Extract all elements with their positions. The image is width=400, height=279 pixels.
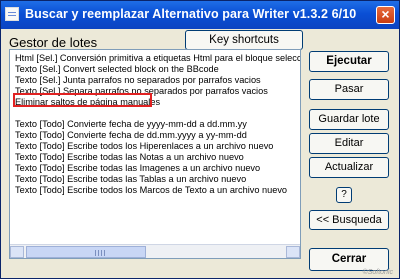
panel-heading: Gestor de lotes <box>9 35 98 50</box>
scroll-left-button[interactable] <box>10 246 24 258</box>
window-title: Buscar y reemplazar Alternativo para Wri… <box>25 7 357 21</box>
list-item[interactable]: Texto [Todo] Escribe todas las Notas a u… <box>15 152 244 163</box>
dialog-window: Buscar y reemplazar Alternativo para Wri… <box>0 0 400 279</box>
editar-button[interactable]: Editar <box>309 133 389 154</box>
batch-list[interactable]: Html [Sel.] Conversión primitiva a etiqu… <box>9 49 301 259</box>
watermark: ©Softonic <box>362 269 393 276</box>
document-icon <box>5 7 19 21</box>
help-button[interactable]: ? <box>336 187 352 203</box>
list-item[interactable]: Texto [Todo] Escribe todos los Marcos de… <box>15 185 287 196</box>
list-item[interactable]: Texto [Sel.] Junta parrafos no separados… <box>15 75 261 86</box>
key-shortcuts-button[interactable]: Key shortcuts <box>185 30 303 50</box>
horizontal-scrollbar[interactable] <box>10 244 300 258</box>
list-item[interactable]: Texto [Sel.] Convert selected block on t… <box>15 64 219 75</box>
list-item[interactable]: Texto [Todo] Convierte fecha de dd.mm.yy… <box>15 130 247 141</box>
close-button[interactable]: × <box>376 6 395 24</box>
guardar-lote-button[interactable]: Guardar lote <box>309 109 389 130</box>
list-item[interactable]: Texto [Todo] Convierte fecha de yyyy-mm-… <box>15 119 247 130</box>
ejecutar-button[interactable]: Ejecutar <box>309 51 389 72</box>
highlight-box <box>13 93 152 107</box>
pasar-button[interactable]: Pasar <box>309 79 389 100</box>
cerrar-button[interactable]: Cerrar <box>309 248 389 271</box>
grip-icon <box>95 250 96 256</box>
list-item[interactable]: Html [Sel.] Conversión primitiva a etiqu… <box>15 53 300 64</box>
scroll-right-button[interactable] <box>286 246 300 258</box>
list-item[interactable]: Texto [Todo] Escribe todas las Imagenes … <box>15 163 260 174</box>
list-item[interactable]: Texto [Todo] Escribe todos los Hiperenla… <box>15 141 273 152</box>
list-item[interactable]: Texto [Todo] Escribe todas las Tablas a … <box>15 174 246 185</box>
title-bar[interactable]: Buscar y reemplazar Alternativo para Wri… <box>1 1 399 29</box>
actualizar-button[interactable]: Actualizar <box>309 157 389 178</box>
busqueda-button[interactable]: << Busqueda <box>309 210 389 230</box>
scrollbar-thumb[interactable] <box>26 246 146 258</box>
